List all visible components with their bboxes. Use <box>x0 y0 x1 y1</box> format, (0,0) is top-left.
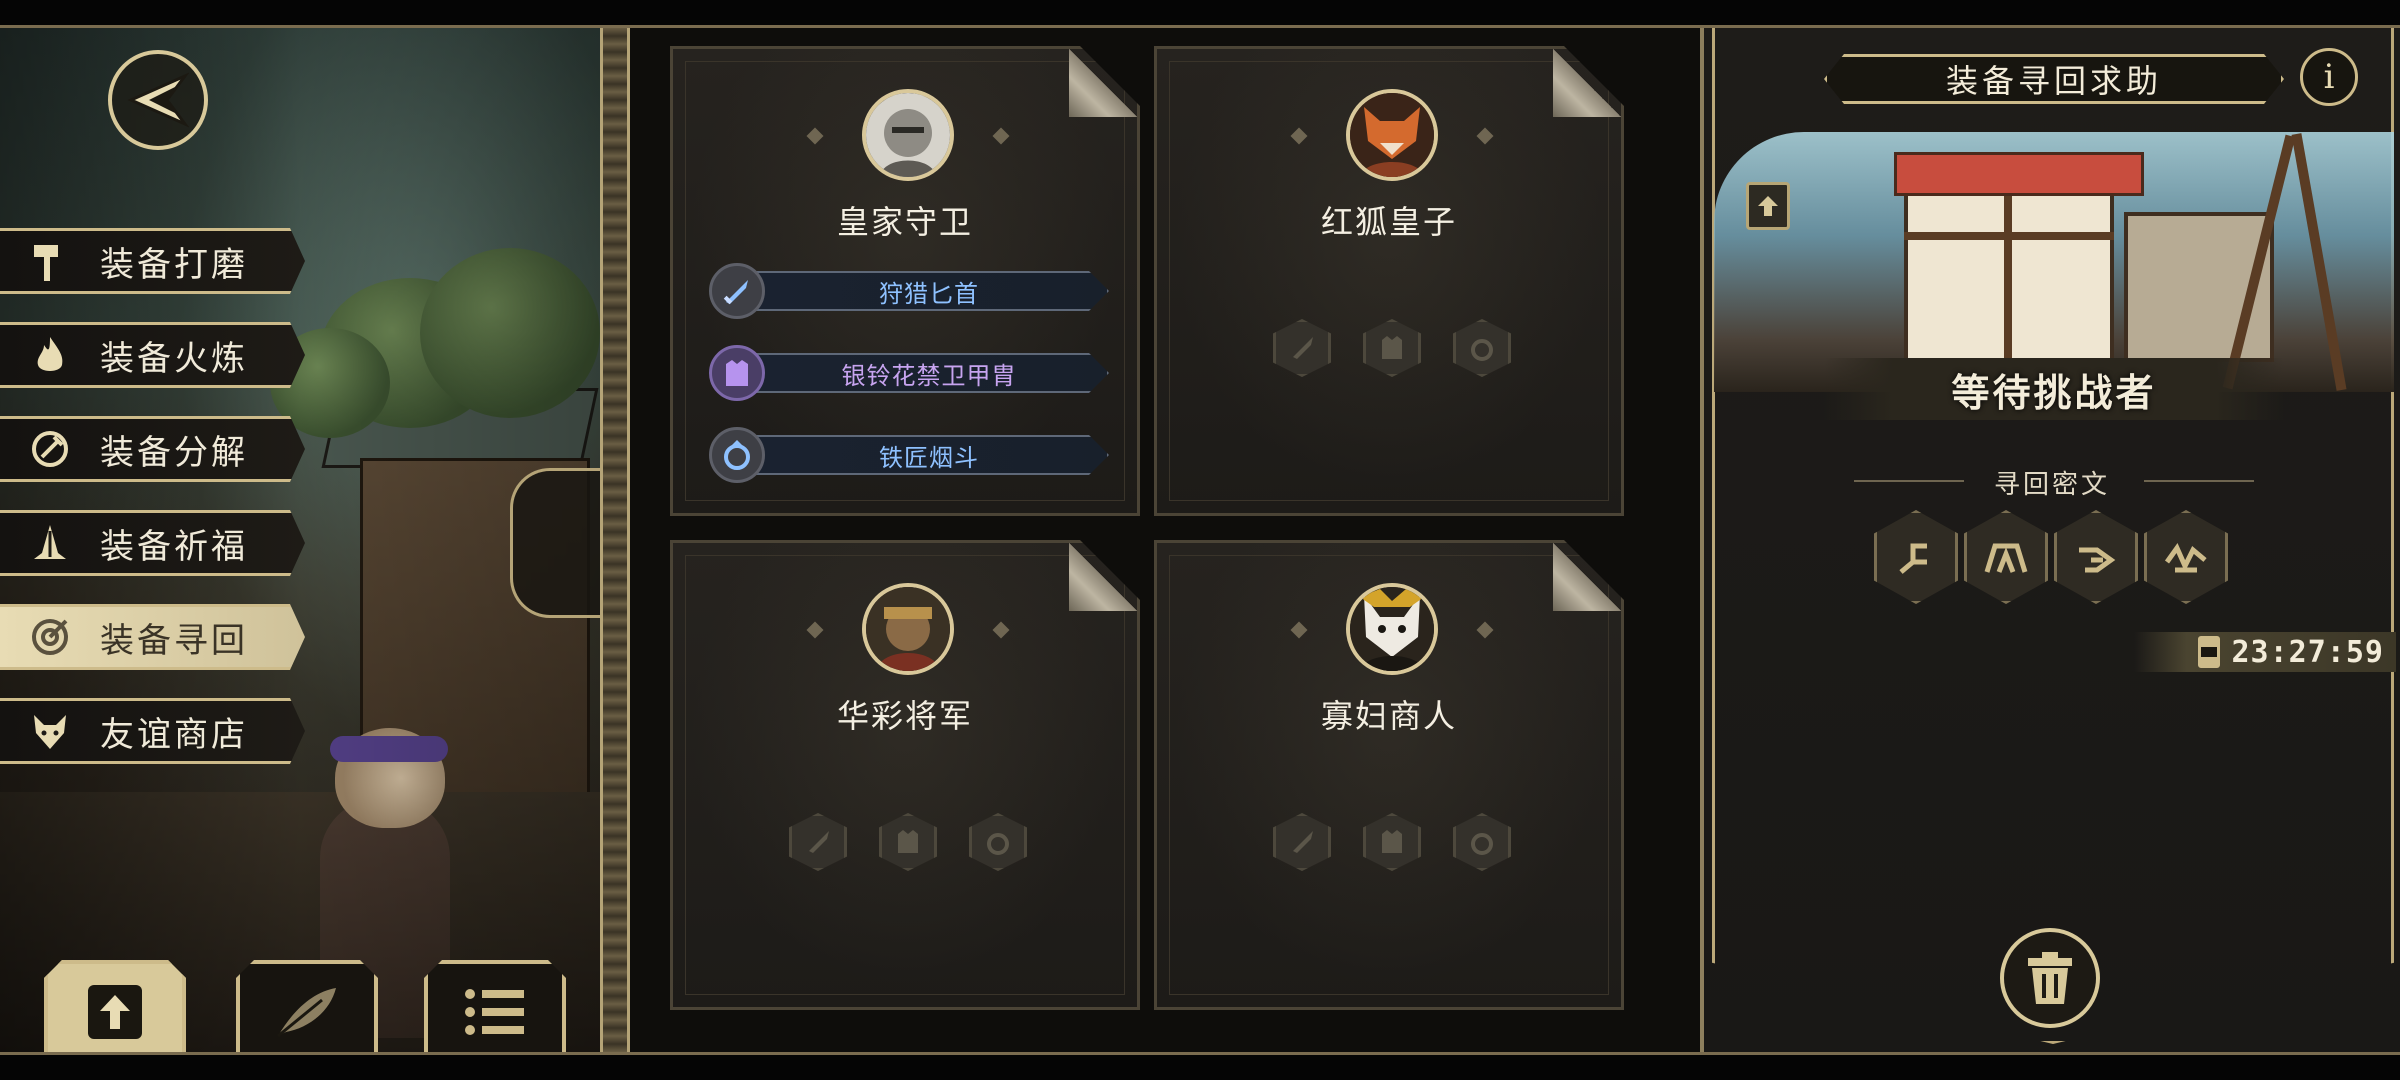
status-text: 等待挑战者 <box>1951 370 2157 415</box>
menu-item-friend-shop[interactable]: 友谊商店 <box>0 698 305 764</box>
ring-icon <box>709 427 765 483</box>
red-fox-portrait <box>1350 93 1434 177</box>
ornamental-divider <box>600 28 630 1052</box>
menu-label: 友谊商店 <box>100 714 248 755</box>
fox-icon <box>20 701 80 761</box>
flame-icon <box>20 325 80 385</box>
hero-card-royal-guard[interactable]: 皇家守卫 狩猎匕首 银铃花禁卫甲胄 铁匠烟斗 <box>670 46 1140 516</box>
trash-icon <box>2028 952 2072 1004</box>
hero-card-red-fox-prince[interactable]: 红狐皇子 <box>1154 46 1624 516</box>
dagger-icon <box>709 263 765 319</box>
ornament-diamond <box>992 127 1010 145</box>
equipment-row[interactable]: 银铃花禁卫甲胄 <box>709 345 1109 401</box>
feather-button[interactable] <box>236 960 378 1060</box>
hero-name: 皇家守卫 <box>836 203 973 241</box>
target-icon <box>20 607 80 667</box>
equipment-name: 狩猎匕首 <box>749 271 1109 311</box>
ornament-diamond <box>1290 621 1308 639</box>
armor-slot-icon[interactable] <box>1363 813 1421 871</box>
menu-item-disassemble[interactable]: 装备分解 <box>0 416 305 482</box>
share-button[interactable] <box>1746 182 1790 230</box>
town-illustration <box>1714 132 2394 392</box>
ring-slot-icon[interactable] <box>1453 319 1511 377</box>
back-arrow-icon <box>127 72 189 128</box>
hourglass-icon <box>2197 636 2220 668</box>
bottom-border <box>0 1052 2400 1080</box>
armor-slot-icon[interactable] <box>879 813 937 871</box>
rune-1-icon[interactable] <box>1874 510 1958 604</box>
equipment-name: 铁匠烟斗 <box>749 435 1109 475</box>
panel-title-banner: 装备寻回求助 <box>1824 54 2284 104</box>
ornament-diamond <box>992 621 1010 639</box>
top-border <box>0 0 2400 28</box>
upload-icon <box>1758 196 1778 216</box>
avatar <box>862 89 954 181</box>
menu-label: 装备火炼 <box>100 338 248 379</box>
hammer-icon <box>20 231 80 291</box>
weapon-slot-icon[interactable] <box>1273 319 1331 377</box>
back-button[interactable] <box>108 50 208 150</box>
list-icon <box>465 989 524 1035</box>
panel-title: 装备寻回求助 <box>1945 62 2162 100</box>
ornament-diamond <box>806 127 824 145</box>
disassemble-icon <box>20 419 80 479</box>
general-portrait <box>866 587 950 671</box>
rune-2-icon[interactable] <box>1964 510 2048 604</box>
menu-item-bless[interactable]: 装备祈福 <box>0 510 305 576</box>
hero-name: 寡妇商人 <box>1320 697 1457 735</box>
countdown-timer: 23:27:59 <box>2134 632 2396 672</box>
hero-card-widow-merchant[interactable]: 寡妇商人 <box>1154 540 1624 1010</box>
rune-4-icon[interactable] <box>2144 510 2228 604</box>
divider-line <box>2144 480 2254 482</box>
menu-item-fire[interactable]: 装备火炼 <box>0 322 305 388</box>
ring-slot-icon[interactable] <box>1453 813 1511 871</box>
timer-text: 23:27:59 <box>2231 634 2384 670</box>
ornament-diamond <box>806 621 824 639</box>
equipment-row[interactable]: 狩猎匕首 <box>709 263 1109 319</box>
upload-button[interactable] <box>44 960 186 1060</box>
ornament-diamond <box>1290 127 1308 145</box>
feather-icon <box>277 988 336 1038</box>
avatar <box>862 583 954 675</box>
info-icon: i <box>2323 57 2335 97</box>
menu-label: 装备寻回 <box>100 620 248 661</box>
side-drawer-tab[interactable] <box>510 468 600 618</box>
weapon-slot-icon[interactable] <box>1273 813 1331 871</box>
menu-label: 装备打磨 <box>100 244 248 285</box>
ornament-diamond <box>1476 621 1494 639</box>
delete-button[interactable] <box>2000 928 2100 1028</box>
menu-label: 装备祈福 <box>100 526 248 567</box>
equipment-name: 银铃花禁卫甲胄 <box>749 353 1109 393</box>
list-button[interactable] <box>424 960 566 1060</box>
menu-label: 装备分解 <box>100 432 248 473</box>
avatar <box>1346 583 1438 675</box>
menu-item-retrieve[interactable]: 装备寻回 <box>0 604 305 670</box>
upload-icon <box>88 985 142 1039</box>
armor-icon <box>709 345 765 401</box>
ornament-diamond <box>1476 127 1494 145</box>
weapon-slot-icon[interactable] <box>789 813 847 871</box>
pray-icon <box>20 513 80 573</box>
retrieve-help-panel: 装备寻回求助 i 等待挑战者 寻回密文 23:27:59 <box>1700 28 2400 1052</box>
cipher-label: 寻回密文 <box>1993 470 2110 500</box>
info-button[interactable]: i <box>2300 48 2358 106</box>
widow-merchant-portrait <box>1350 587 1434 671</box>
menu-item-polish[interactable]: 装备打磨 <box>0 228 305 294</box>
avatar <box>1346 89 1438 181</box>
hero-name: 华彩将军 <box>836 697 973 735</box>
knight-portrait <box>866 93 950 177</box>
ring-slot-icon[interactable] <box>969 813 1027 871</box>
hero-name: 红狐皇子 <box>1320 203 1457 241</box>
status-banner: 等待挑战者 <box>1824 358 2284 420</box>
equipment-row[interactable]: 铁匠烟斗 <box>709 427 1109 483</box>
armor-slot-icon[interactable] <box>1363 319 1421 377</box>
rune-3-icon[interactable] <box>2054 510 2138 604</box>
hero-card-splendid-general[interactable]: 华彩将军 <box>670 540 1140 1010</box>
